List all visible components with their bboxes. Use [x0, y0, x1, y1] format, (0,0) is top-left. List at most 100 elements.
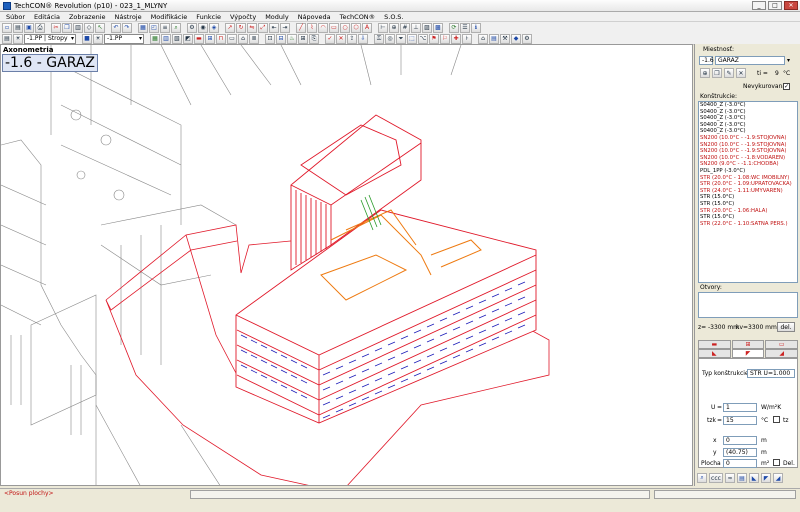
construction-item[interactable]: S0400_Z (-3.0°C): [699, 102, 797, 109]
room-dropdown-icon[interactable]: ▾: [787, 57, 790, 64]
tab-roof[interactable]: ◢: [765, 349, 799, 358]
layer-bulb-icon[interactable]: ☀: [13, 33, 23, 44]
slab-icon[interactable]: ▭: [227, 33, 237, 44]
construction-item[interactable]: SN200 (10.0°C - -1.9:STOJOVNA): [699, 142, 797, 149]
u-field[interactable]: 1: [723, 403, 757, 412]
construction-item[interactable]: STR (20.0°C - 1.06:HALA): [699, 208, 797, 215]
pointer-icon[interactable]: ↖: [95, 22, 105, 33]
axon-icon[interactable]: ◩: [183, 33, 193, 44]
menu-help[interactable]: Nápoveda: [298, 13, 331, 21]
door-icon[interactable]: ⊓: [216, 33, 226, 44]
construction-item[interactable]: S0400_Z (-3.0°C): [699, 128, 797, 135]
plan-icon[interactable]: ▦: [150, 33, 160, 44]
house-icon[interactable]: ⌂: [478, 33, 488, 44]
room-delete-icon[interactable]: ✕: [736, 68, 746, 78]
del-checkbox[interactable]: [773, 459, 780, 466]
color-icon[interactable]: ◉: [198, 22, 208, 33]
menu-techcon[interactable]: TechCON®: [340, 13, 376, 21]
construction-item[interactable]: SN200 (10.0°C - -1.9:STOJOVNA): [699, 135, 797, 142]
save-icon[interactable]: ▣: [24, 22, 34, 33]
menu-edit[interactable]: Editácia: [34, 13, 60, 21]
circle-icon[interactable]: ○: [340, 22, 350, 33]
eraser-icon[interactable]: ◇: [84, 22, 94, 33]
construction-item[interactable]: S0400_Z (-3.0°C): [699, 115, 797, 122]
temp-value[interactable]: 9: [775, 70, 779, 77]
slope-icon-2[interactable]: ◤: [761, 473, 771, 483]
stairs-icon[interactable]: ≣: [249, 33, 259, 44]
cut-icon[interactable]: ✂: [51, 22, 61, 33]
align-icon[interactable]: ⇤: [269, 22, 279, 33]
info-icon[interactable]: ℹ: [471, 22, 481, 33]
select-all-icon[interactable]: ⬚: [407, 33, 417, 44]
tab-ceiling[interactable]: ◤: [731, 349, 765, 358]
maximize-button[interactable]: □: [768, 1, 782, 10]
ortho-icon[interactable]: ⊥: [411, 22, 421, 33]
undo-icon[interactable]: ↶: [111, 22, 121, 33]
construction-item[interactable]: STR (20.0°C - 1.08:WC IMOBILNY): [699, 175, 797, 182]
constructions-list[interactable]: S0400_Z (-3.0°C) S0400_Z (-3.0°C) S0400_Z …: [698, 101, 798, 283]
construction-item[interactable]: SN200 (9.0°C - -1.1:CHODBA): [699, 161, 797, 168]
menu-tools[interactable]: Nástroje: [115, 13, 142, 21]
openings-list[interactable]: [698, 292, 798, 318]
type-combo[interactable]: STR U=1.000: [747, 369, 795, 378]
copy-icon[interactable]: ❐: [62, 22, 72, 33]
tools-icon[interactable]: ⚒: [500, 33, 510, 44]
tab-wall[interactable]: ▬: [698, 340, 731, 349]
slope-icon-1[interactable]: ◣: [749, 473, 759, 483]
arc-icon[interactable]: ◠: [318, 22, 328, 33]
move-icon[interactable]: ↗: [225, 22, 235, 33]
library-icon[interactable]: ▤: [489, 33, 499, 44]
construction-item[interactable]: SN200 (10.0°C - -1.8:VODAREN): [699, 155, 797, 162]
construction-item[interactable]: S0400_Z (-3.0°C): [699, 109, 797, 116]
elevation-icon[interactable]: ▧: [172, 33, 182, 44]
minimize-button[interactable]: _: [752, 1, 766, 10]
distribute-icon[interactable]: ⇥: [280, 22, 290, 33]
view-2d-icon[interactable]: ▦: [138, 22, 148, 33]
y-field[interactable]: (40.75): [723, 448, 757, 457]
menu-file[interactable]: Súbor: [6, 13, 25, 21]
pin-icon[interactable]: ✚: [451, 33, 461, 44]
ccc-button[interactable]: ccc: [709, 473, 723, 483]
block-icon[interactable]: ▩: [433, 22, 443, 33]
layer-combo[interactable]: -1.PP | Stropy: [24, 33, 76, 44]
menu-modify[interactable]: Modifikácie: [151, 13, 188, 21]
properties-icon[interactable]: ☰: [460, 22, 470, 33]
menu-modules[interactable]: Moduly: [265, 13, 288, 21]
lock-icon[interactable]: ⚿: [374, 33, 384, 44]
ruler-icon[interactable]: ⊦: [462, 33, 472, 44]
room-copy-icon[interactable]: ❐: [712, 68, 722, 78]
polygon-icon[interactable]: ⬡: [351, 22, 361, 33]
tz-checkbox[interactable]: [773, 416, 780, 423]
menu-sos[interactable]: S.O.S.: [384, 13, 403, 21]
line-icon[interactable]: ╱: [296, 22, 306, 33]
tzk-field[interactable]: 15: [723, 416, 757, 425]
new-file-icon[interactable]: ▫: [2, 22, 12, 33]
water-icon[interactable]: ◆: [511, 33, 521, 44]
room-icon[interactable]: ⊡: [265, 33, 275, 44]
layers-icon[interactable]: ≡: [160, 22, 170, 33]
area-field[interactable]: 0: [723, 459, 757, 468]
import-icon[interactable]: ⇩: [358, 33, 368, 44]
settings-icon[interactable]: ⚙: [187, 22, 197, 33]
menu-functions[interactable]: Funkcie: [196, 13, 221, 21]
construction-item[interactable]: STR (15.0°C): [699, 201, 797, 208]
section-icon[interactable]: ▥: [161, 33, 171, 44]
table-icon[interactable]: ⊞: [298, 33, 308, 44]
construction-item[interactable]: STR (15.0°C): [699, 214, 797, 221]
open-folder-icon[interactable]: ▤: [13, 22, 23, 33]
construction-item[interactable]: STR (15.0°C): [699, 194, 797, 201]
eye-icon[interactable]: ◎: [385, 33, 395, 44]
options-icon[interactable]: ⚙: [522, 33, 532, 44]
wall-icon[interactable]: ▬: [194, 33, 204, 44]
stack-icon[interactable]: ▤: [737, 473, 747, 483]
tab-window[interactable]: ⊞: [731, 340, 765, 349]
room-number-field[interactable]: -1.6: [699, 56, 714, 65]
report-icon[interactable]: ⎘: [309, 33, 319, 44]
construction-item[interactable]: PDL_1PP (-3.0°C): [699, 168, 797, 175]
construction-item[interactable]: STR (22.0°C - 1.10:SATNA PERS.): [699, 221, 797, 228]
scale-icon[interactable]: ⤢: [258, 22, 268, 33]
grid-icon[interactable]: #: [400, 22, 410, 33]
cross-icon[interactable]: ✕: [336, 33, 346, 44]
construction-item[interactable]: STR (24.0°C - 1.11:UMYVAREN): [699, 188, 797, 195]
tree-icon[interactable]: ⌥: [418, 33, 428, 44]
